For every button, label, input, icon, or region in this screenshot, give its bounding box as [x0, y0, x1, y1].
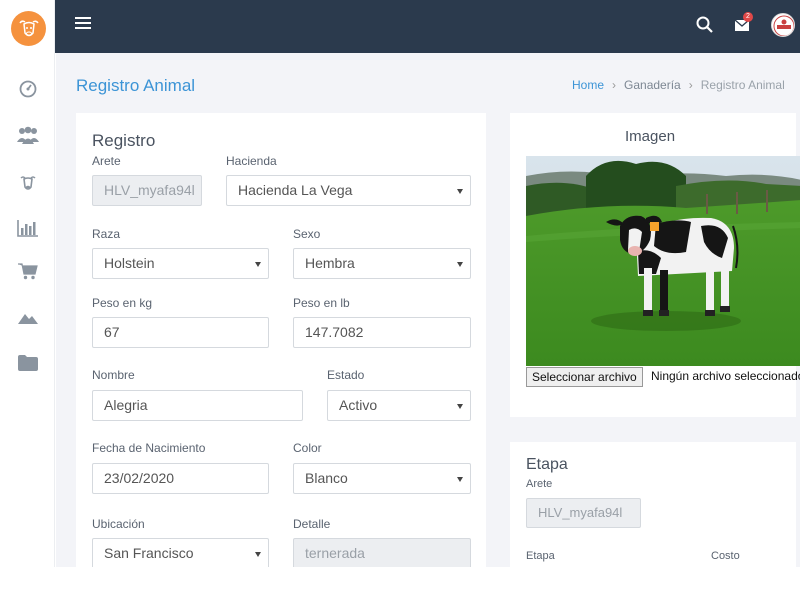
peso-lb-label: Peso en lb [293, 296, 350, 310]
etapa-costo-label: Costo [711, 550, 740, 562]
mail-icon[interactable]: 2 [734, 12, 756, 35]
ubicacion-label: Ubicación [92, 517, 145, 531]
breadcrumb-separator-icon: › [612, 78, 617, 92]
sidebar-item-files[interactable] [16, 352, 40, 374]
detalle-label: Detalle [293, 517, 331, 531]
cow-logo-icon [18, 19, 39, 36]
etapa-title: Etapa [526, 456, 568, 473]
peso-kg-input[interactable]: 67 [92, 317, 269, 348]
breadcrumb: Home › Ganadería › Registro Animal [572, 78, 785, 92]
hacienda-select[interactable]: Hacienda La Vega [226, 175, 471, 206]
mail-badge: 2 [743, 12, 753, 22]
sidebar-item-lands[interactable] [16, 307, 40, 329]
raza-label: Raza [92, 227, 121, 241]
dashboard-icon [19, 80, 37, 98]
detalle-field: ternerada [293, 538, 471, 567]
select-file-button[interactable]: Seleccionar archivo [526, 367, 643, 387]
main-content: Registro Animal Home › Ganadería › Registro … [56, 53, 800, 567]
nombre-label: Nombre [92, 368, 135, 382]
search-icon[interactable] [695, 15, 715, 35]
registro-card: Registro Arete HLV_myafa94l Hacienda Hac… [76, 113, 486, 567]
fecha-label: Fecha de Nacimiento [92, 441, 206, 455]
animal-photo [526, 156, 800, 366]
sexo-select[interactable]: Hembra [293, 248, 471, 279]
cattle-icon [20, 176, 36, 190]
menu-toggle-icon[interactable] [75, 17, 91, 33]
fecha-nacimiento-input[interactable]: 23/02/2020 [92, 463, 269, 494]
raza-select[interactable]: Holstein [92, 248, 269, 279]
arete-label: Arete [92, 154, 121, 168]
chart-icon [17, 220, 38, 237]
etapa-arete-field: HLV_myafa94l [526, 498, 641, 528]
top-navbar: 2 [55, 0, 800, 53]
cart-icon [18, 263, 38, 280]
sidebar-item-reports[interactable] [16, 217, 40, 239]
folder-icon [18, 355, 38, 371]
color-select[interactable]: Blanco [293, 463, 471, 494]
sexo-label: Sexo [293, 227, 321, 241]
users-icon [17, 126, 39, 144]
hacienda-label: Hacienda [226, 154, 277, 168]
ubicacion-select[interactable]: San Francisco [92, 538, 269, 567]
etapa-arete-label: Arete [526, 478, 553, 490]
mountain-icon [18, 314, 38, 324]
breadcrumb-separator-icon: › [688, 78, 693, 92]
breadcrumb-ganaderia[interactable]: Ganadería [624, 78, 681, 92]
file-status-text: Ningún archivo seleccionado [651, 369, 800, 383]
sidebar-item-dashboard[interactable] [16, 78, 40, 100]
imagen-title: Imagen [625, 128, 676, 145]
estado-label: Estado [327, 368, 365, 382]
registro-title: Registro [92, 131, 156, 150]
color-label: Color [293, 441, 322, 455]
etapa-card: Etapa Arete HLV_myafa94l Etapa Costo [510, 442, 796, 567]
estado-select[interactable]: Activo [327, 390, 471, 421]
sidebar-item-cattle[interactable] [16, 172, 40, 194]
sidebar [0, 0, 55, 567]
sidebar-item-sales[interactable] [16, 260, 40, 282]
app-logo[interactable] [11, 11, 46, 46]
peso-kg-label: Peso en kg [92, 296, 153, 310]
page-title: Registro Animal [76, 76, 196, 95]
arete-field: HLV_myafa94l [92, 175, 202, 206]
nombre-input[interactable]: Alegria [92, 390, 303, 421]
breadcrumb-current: Registro Animal [700, 78, 785, 92]
imagen-card: Imagen Seleccionar archivo Ningún archiv… [510, 113, 800, 417]
peso-lb-input[interactable]: 147.7082 [293, 317, 471, 348]
user-avatar[interactable] [771, 13, 795, 37]
sidebar-item-users[interactable] [16, 124, 40, 146]
breadcrumb-home[interactable]: Home [572, 78, 604, 92]
etapa-etapa-label: Etapa [526, 550, 555, 562]
